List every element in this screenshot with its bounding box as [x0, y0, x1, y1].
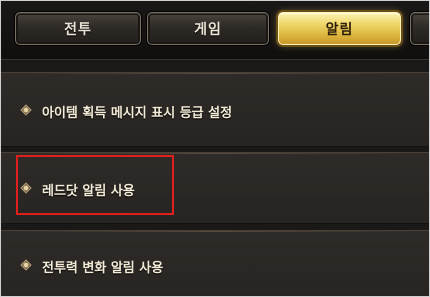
tab-game-label: 게임	[194, 21, 222, 38]
list-spacer	[1, 60, 429, 72]
tab-battle[interactable]: 전투	[15, 12, 141, 45]
diamond-bullet-icon	[20, 104, 32, 116]
tab-notifications-label: 알림	[325, 21, 354, 38]
tab-bar: 전투 게임 알림	[1, 1, 429, 60]
settings-panel: 전투 게임 알림 아이템 획득 메시지 표시 등급 설정 레드닷 알림 사용 전…	[1, 1, 429, 296]
diamond-bullet-icon	[20, 259, 32, 271]
setting-label: 레드닷 알림 사용	[42, 184, 135, 199]
diamond-bullet-icon	[20, 182, 32, 194]
setting-item-reddot-notification[interactable]: 레드닷 알림 사용	[1, 152, 429, 224]
setting-label: 아이템 획득 메시지 표시 등급 설정	[42, 106, 233, 121]
tab-notifications[interactable]: 알림	[278, 12, 401, 45]
setting-label: 전투력 변화 알림 사용	[42, 261, 164, 276]
tab-next-partial[interactable]	[410, 12, 429, 45]
tab-game[interactable]: 게임	[147, 12, 269, 45]
setting-item-drop-message-grade[interactable]: 아이템 획득 메시지 표시 등급 설정	[1, 72, 429, 147]
tab-battle-label: 전투	[64, 21, 92, 38]
setting-item-combat-power-notification[interactable]: 전투력 변화 알림 사용	[1, 230, 429, 296]
